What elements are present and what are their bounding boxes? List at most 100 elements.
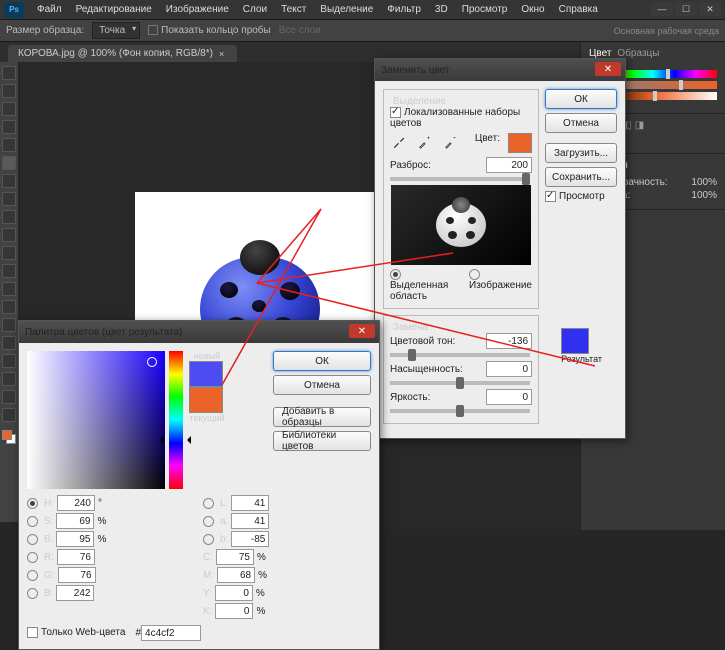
web-only-checkbox[interactable] [27, 627, 38, 638]
dialog-titlebar[interactable]: Палитра цветов (цвет результата) ✕ [19, 321, 379, 343]
r-radio[interactable] [27, 552, 38, 563]
tool-blur[interactable] [2, 282, 16, 296]
image-radio[interactable] [469, 269, 480, 280]
selection-radio-label: Выделенная область [390, 280, 448, 302]
g-radio[interactable] [27, 570, 38, 581]
fuzziness-input[interactable] [486, 157, 532, 173]
selection-radio[interactable] [390, 269, 401, 280]
tool-crop[interactable] [2, 138, 16, 152]
eyedropper-icon[interactable] [390, 133, 408, 151]
tool-move[interactable] [2, 66, 16, 80]
eyedropper-plus-icon[interactable] [416, 133, 434, 151]
document-tab[interactable]: КОРОВА.jpg @ 100% (Фон копия, RGB/8*) × [8, 45, 237, 62]
dialog-titlebar[interactable]: Заменить цвет ✕ [375, 59, 625, 81]
s-input[interactable] [56, 513, 94, 529]
menu-3d[interactable]: 3D [428, 4, 455, 15]
s-radio[interactable] [27, 516, 38, 527]
ok-button[interactable]: ОК [545, 89, 617, 109]
tool-path[interactable] [2, 354, 16, 368]
blue-input[interactable] [56, 585, 94, 601]
l-radio[interactable] [203, 498, 214, 509]
close-icon[interactable]: ✕ [349, 324, 375, 338]
menu-view[interactable]: Просмотр [455, 4, 515, 15]
c-input[interactable] [216, 549, 254, 565]
tool-stamp[interactable] [2, 210, 16, 224]
m-input[interactable] [217, 567, 255, 583]
show-ring-checkbox[interactable] [148, 25, 158, 35]
tool-gradient[interactable] [2, 264, 16, 278]
save-button[interactable]: Сохранить... [545, 167, 617, 187]
fill-value[interactable]: 100% [691, 190, 717, 201]
tool-history-brush[interactable] [2, 228, 16, 242]
close-icon[interactable]: ✕ [595, 62, 621, 76]
tool-lasso[interactable] [2, 102, 16, 116]
blue-radio[interactable] [27, 588, 38, 599]
saturation-input[interactable] [486, 361, 532, 377]
result-color-swatch[interactable] [561, 328, 589, 354]
menu-select[interactable]: Выделение [313, 4, 380, 15]
tool-heal[interactable] [2, 174, 16, 188]
cancel-button[interactable]: Отмена [273, 375, 371, 395]
lightness-input[interactable] [486, 389, 532, 405]
menu-filter[interactable]: Фильтр [380, 4, 428, 15]
source-color-swatch[interactable] [508, 133, 532, 153]
tool-hand[interactable] [2, 390, 16, 404]
lightness-slider[interactable] [390, 409, 530, 413]
a-radio[interactable] [203, 516, 214, 527]
window-maximize[interactable]: ☐ [675, 2, 697, 16]
color-swatches[interactable] [2, 430, 16, 444]
color-libraries-button[interactable]: Библиотеки цветов [273, 431, 371, 451]
hue-input[interactable] [486, 333, 532, 349]
lab-b-input[interactable] [231, 531, 269, 547]
tool-brush[interactable] [2, 192, 16, 206]
window-close[interactable]: ✕ [699, 2, 721, 16]
h-input[interactable] [57, 495, 95, 511]
localized-label: Локализованные наборы цветов [390, 107, 520, 129]
lab-b-radio[interactable] [203, 534, 214, 545]
y-input[interactable] [215, 585, 253, 601]
hue-slider[interactable] [390, 353, 530, 357]
foreground-color[interactable] [2, 430, 12, 440]
workspace-label[interactable]: Основная рабочая среда [614, 26, 719, 36]
menu-image[interactable]: Изображение [159, 4, 236, 15]
hue-strip[interactable] [169, 351, 183, 489]
tool-wand[interactable] [2, 120, 16, 134]
window-minimize[interactable]: — [651, 2, 673, 16]
menu-edit[interactable]: Редактирование [69, 4, 159, 15]
opacity-value[interactable]: 100% [691, 177, 717, 188]
menu-help[interactable]: Справка [552, 4, 605, 15]
b-radio[interactable] [27, 534, 38, 545]
l-input[interactable] [231, 495, 269, 511]
menu-layers[interactable]: Слои [236, 4, 274, 15]
tool-text[interactable] [2, 336, 16, 350]
tool-zoom[interactable] [2, 408, 16, 422]
load-button[interactable]: Загрузить... [545, 143, 617, 163]
tool-shape[interactable] [2, 372, 16, 386]
fuzziness-slider[interactable] [390, 177, 530, 181]
localized-checkbox[interactable] [390, 107, 401, 118]
menu-text[interactable]: Текст [274, 4, 313, 15]
add-to-swatches-button[interactable]: Добавить в образцы [273, 407, 371, 427]
k-input[interactable] [215, 603, 253, 619]
tool-dodge[interactable] [2, 300, 16, 314]
h-radio[interactable] [27, 498, 38, 509]
menu-file[interactable]: Файл [30, 4, 69, 15]
tool-eyedropper[interactable] [2, 156, 16, 170]
r-input[interactable] [57, 549, 95, 565]
color-field[interactable] [27, 351, 165, 489]
eyedropper-minus-icon[interactable] [442, 133, 460, 151]
hex-input[interactable] [141, 625, 201, 641]
a-input[interactable] [231, 513, 269, 529]
close-tab-icon[interactable]: × [219, 50, 227, 58]
tool-eraser[interactable] [2, 246, 16, 260]
cancel-button[interactable]: Отмена [545, 113, 617, 133]
tool-marquee[interactable] [2, 84, 16, 98]
ok-button[interactable]: ОК [273, 351, 371, 371]
sample-size-dropdown[interactable]: Точка [92, 22, 140, 39]
b-input[interactable] [56, 531, 94, 547]
preview-checkbox[interactable] [545, 191, 556, 202]
menu-window[interactable]: Окно [514, 4, 551, 15]
tool-pen[interactable] [2, 318, 16, 332]
g-input[interactable] [58, 567, 96, 583]
saturation-slider[interactable] [390, 381, 530, 385]
